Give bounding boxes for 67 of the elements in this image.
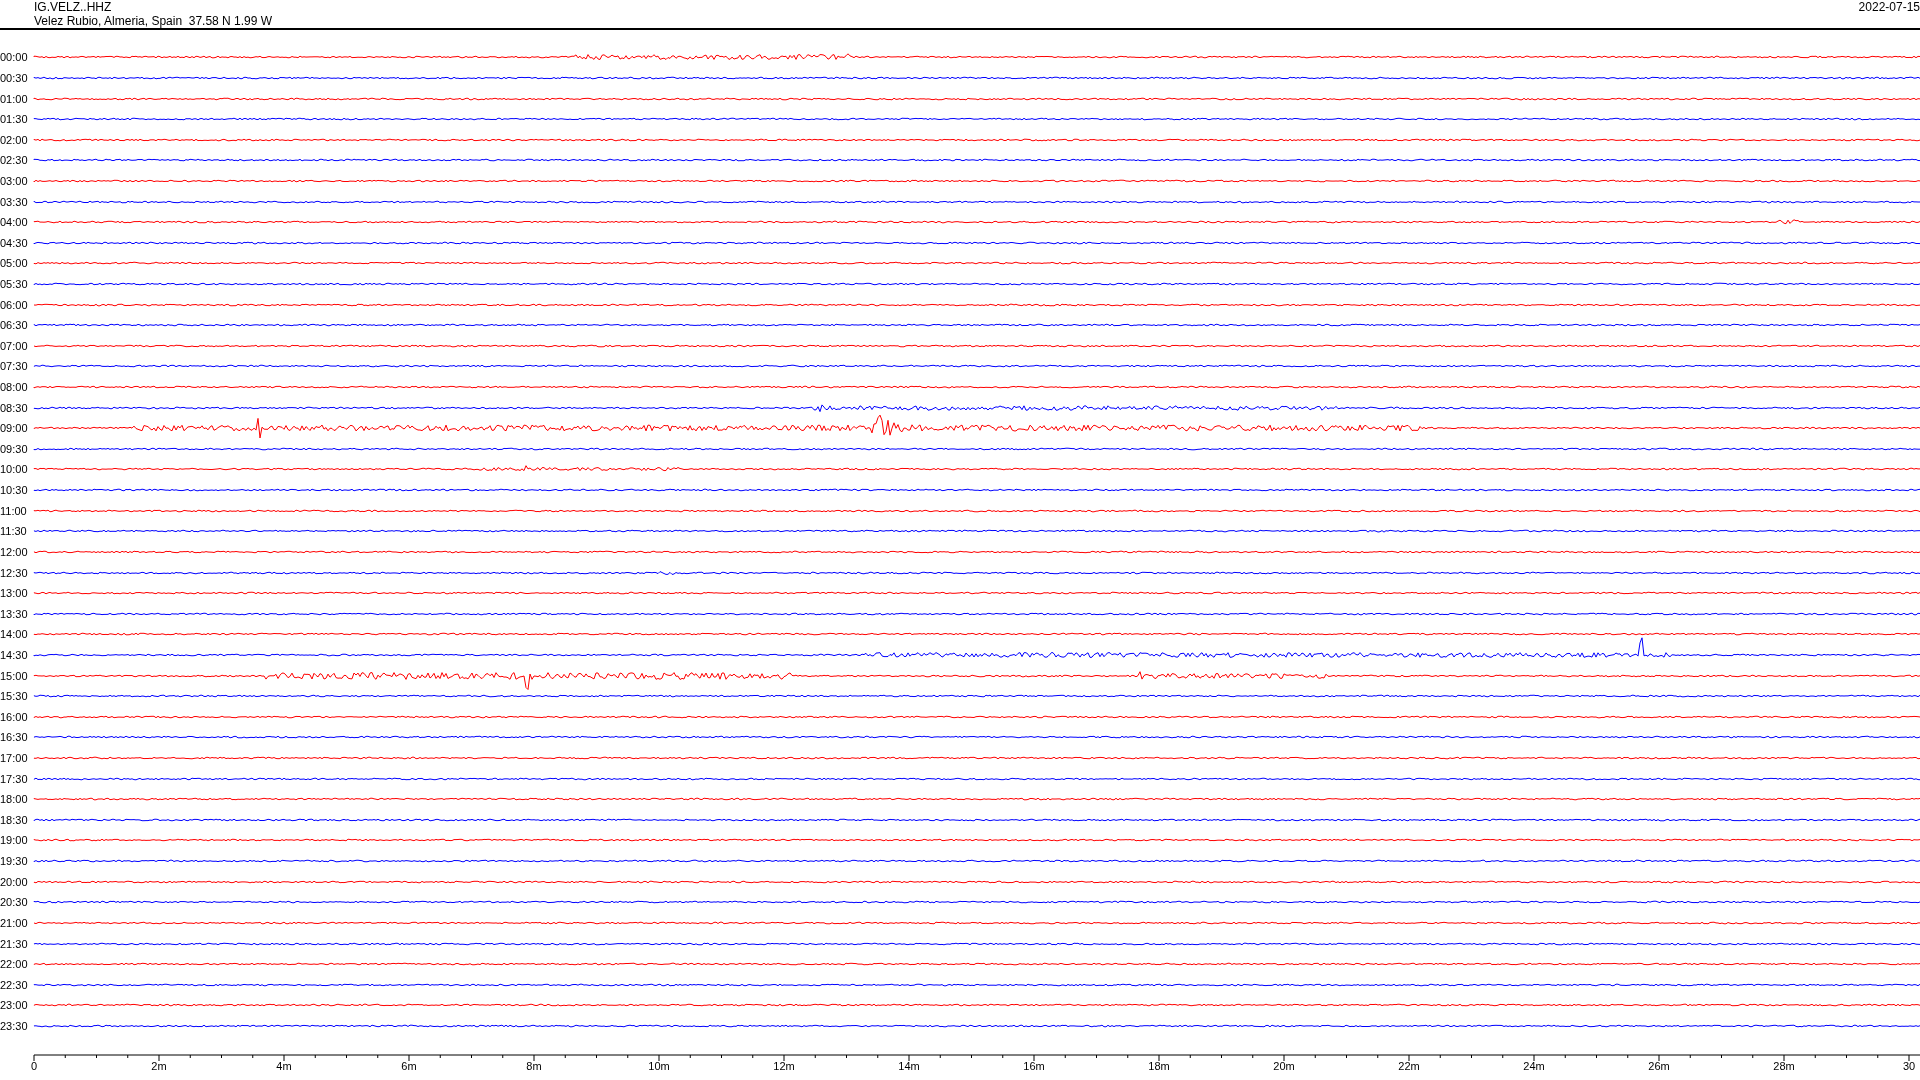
- station-location: Velez Rubio, Almeria, Spain 37.58 N 1.99 W: [34, 14, 273, 28]
- time-label: 22:00: [0, 958, 29, 971]
- time-label: 12:00: [0, 545, 29, 558]
- time-label: 16:30: [0, 731, 29, 744]
- time-label: 00:30: [0, 71, 29, 84]
- axis-label: 16m: [1023, 1060, 1045, 1073]
- time-label: 03:30: [0, 195, 29, 208]
- time-label: 17:30: [0, 772, 29, 785]
- time-label: 10:30: [0, 484, 29, 497]
- time-label: 01:00: [0, 92, 29, 105]
- time-label: 05:30: [0, 278, 29, 290]
- time-label: 07:00: [0, 339, 29, 352]
- time-label: 22:30: [0, 978, 29, 991]
- axis-label: 18m: [1148, 1060, 1170, 1073]
- time-label: 12:30: [0, 566, 29, 579]
- time-label: 06:00: [0, 298, 29, 311]
- time-label: 13:30: [0, 607, 29, 620]
- axis-label: 6m: [401, 1060, 417, 1073]
- axis-label: 26m: [1648, 1060, 1670, 1073]
- time-label: 04:00: [0, 216, 29, 229]
- time-label: 11:30: [0, 525, 28, 538]
- time-label: 16:00: [0, 710, 29, 723]
- axis-label: 2m: [151, 1060, 167, 1073]
- axis-label: 24m: [1523, 1060, 1545, 1073]
- axis-label: 4m: [276, 1060, 292, 1073]
- time-label: 19:30: [0, 855, 29, 868]
- time-label: 17:00: [0, 752, 29, 764]
- axis-label: 14m: [898, 1060, 920, 1073]
- axis-label: 22m: [1398, 1060, 1420, 1073]
- time-label: 20:00: [0, 875, 29, 888]
- time-label: 20:30: [0, 896, 29, 909]
- time-label: 08:00: [0, 381, 29, 394]
- time-label: 23:30: [0, 1019, 29, 1032]
- time-label: 14:00: [0, 628, 29, 641]
- time-label: 14:30: [0, 648, 29, 661]
- time-label: 11:00: [0, 504, 28, 517]
- time-label: 18:00: [0, 793, 29, 806]
- axis-label: 30: [1902, 1060, 1916, 1073]
- time-label: 02:00: [0, 133, 29, 146]
- time-label: 09:00: [0, 422, 29, 435]
- time-label: 09:30: [0, 442, 29, 455]
- time-label: 07:30: [0, 360, 29, 373]
- axis-label: 20m: [1273, 1060, 1295, 1073]
- time-label: 15:30: [0, 690, 29, 703]
- time-label: 06:30: [0, 319, 29, 332]
- time-label: 03:00: [0, 174, 29, 187]
- time-label: 04:30: [0, 236, 29, 249]
- time-label: 18:30: [0, 813, 29, 826]
- axis-label: 8m: [526, 1060, 542, 1073]
- time-label: 10:00: [0, 463, 29, 476]
- axis-label: 0: [30, 1060, 38, 1073]
- axis-label: 28m: [1773, 1060, 1795, 1073]
- time-label: 13:00: [0, 587, 29, 600]
- time-label: 00:00: [0, 51, 29, 64]
- time-label: 05:00: [0, 257, 29, 270]
- date-label: 2022-07-15: [1858, 0, 1920, 14]
- axis-label: 12m: [773, 1060, 795, 1073]
- time-label: 01:30: [0, 113, 29, 126]
- time-label: 21:30: [0, 937, 29, 950]
- axis-label: 10m: [648, 1060, 670, 1073]
- time-label: 19:00: [0, 834, 29, 847]
- time-label: 15:00: [0, 669, 29, 682]
- time-label: 08:30: [0, 401, 29, 414]
- time-label: 21:00: [0, 916, 29, 929]
- station-code: IG.VELZ..HHZ: [34, 0, 112, 14]
- time-label: 23:00: [0, 999, 29, 1012]
- time-label: 02:30: [0, 154, 29, 167]
